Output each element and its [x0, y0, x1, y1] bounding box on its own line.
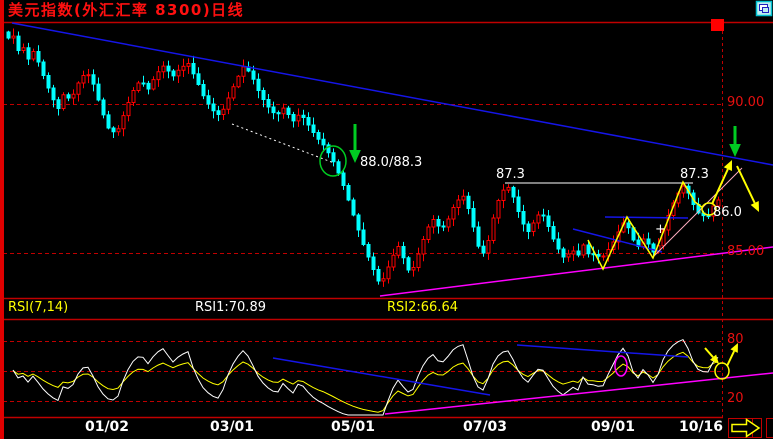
left-border-bar: [0, 0, 4, 439]
chart-canvas[interactable]: [0, 0, 773, 439]
blue-flat-line: [604, 216, 689, 219]
scroll-right-edge-box[interactable]: [766, 418, 773, 438]
pink-rising-line: [651, 167, 743, 259]
rsi-line-14: [12, 351, 719, 413]
rsi-arrow-into-circle: [704, 347, 719, 364]
green-sell-arrow-1: [349, 124, 361, 163]
red-square-marker: [711, 19, 724, 31]
main-downtrend: [11, 22, 773, 166]
rsi-blue-b: [516, 344, 689, 358]
rsi-line-7: [12, 338, 719, 416]
rsi-magenta-support: [384, 372, 773, 415]
rsi-arrow-up: [726, 343, 738, 367]
green-sell-arrow-2: [729, 126, 741, 157]
yellow-forecast-down: [736, 165, 759, 212]
scroll-right-button[interactable]: [728, 418, 762, 438]
restore-window-icon[interactable]: [755, 0, 773, 17]
yellow-forecast-up: [711, 160, 732, 205]
chart-window: 美元指数(外汇汇率 8300)日线 90.00 85.00 88.0/88.3 …: [0, 0, 773, 439]
